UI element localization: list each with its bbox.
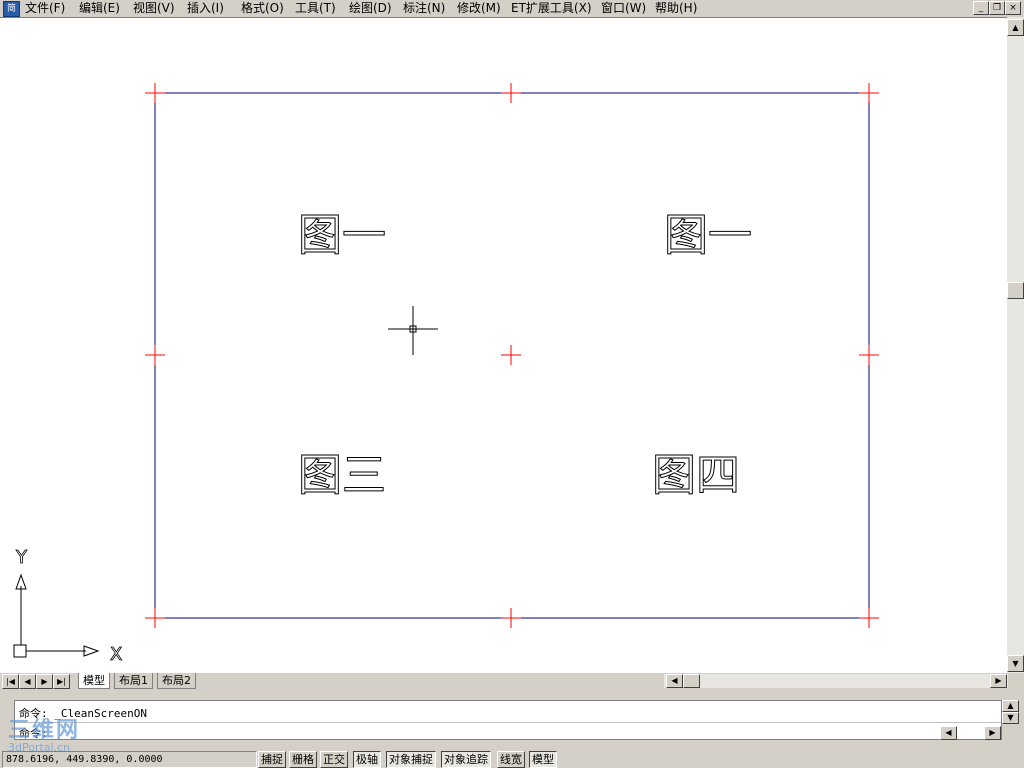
tab-layout2[interactable]: 布局2 xyxy=(157,673,196,689)
toggle-ortho[interactable]: 正交 xyxy=(320,751,348,768)
command-scroll-down-icon[interactable]: ▼ xyxy=(1002,712,1019,724)
menu-window[interactable]: 窗口(W) xyxy=(601,0,646,17)
toggle-osnap[interactable]: 对象捕捉 xyxy=(386,751,436,768)
tab-first-button[interactable]: |◀ xyxy=(2,674,19,689)
ucs-y-label: Y xyxy=(15,547,28,568)
menu-tools[interactable]: 工具(T) xyxy=(295,0,336,17)
app-icon[interactable]: 简 xyxy=(3,1,20,17)
grip-marker-center xyxy=(501,345,521,365)
ucs-icon xyxy=(13,573,100,658)
menu-help[interactable]: 帮助(H) xyxy=(655,0,697,17)
grip-marker-top-left xyxy=(145,83,165,103)
toggle-grid[interactable]: 栅格 xyxy=(289,751,317,768)
watermark-title: 三维网 xyxy=(8,718,81,743)
command-scroll-right-icon[interactable]: ▶ xyxy=(984,726,1001,740)
menu-insert[interactable]: 插入(I) xyxy=(187,0,224,17)
menu-view[interactable]: 视图(V) xyxy=(133,0,175,17)
drawing-svg: 图一 图一 图三 图四 Y X xyxy=(13,83,879,665)
tab-layout1[interactable]: 布局1 xyxy=(114,673,153,689)
scroll-right-icon[interactable]: ▶ xyxy=(990,674,1007,688)
toggle-snap[interactable]: 捕捉 xyxy=(258,751,286,768)
grip-marker-top-right xyxy=(859,83,879,103)
ucs-x-label: X xyxy=(110,644,122,665)
menu-dimension[interactable]: 标注(N) xyxy=(403,0,445,17)
drawing-label-3: 图三 xyxy=(298,450,386,501)
close-button[interactable]: × xyxy=(1005,1,1021,15)
tab-prev-button[interactable]: ◀ xyxy=(19,674,36,689)
status-bar: 878.6196, 449.8390, 0.0000 捕捉 栅格 正交 极轴 对… xyxy=(0,750,1024,768)
grip-marker-mid-right xyxy=(859,345,879,365)
scroll-up-icon[interactable]: ▲ xyxy=(1007,19,1024,36)
layout-tab-bar: |◀ ◀ ▶ ▶| 模型 布局1 布局2 ◀ ▶ xyxy=(0,673,1024,689)
grip-marker-mid-left xyxy=(145,345,165,365)
watermark-url: 3dPortal.cn xyxy=(8,741,71,754)
grip-marker-bottom-mid xyxy=(501,608,521,628)
menu-modify[interactable]: 修改(M) xyxy=(457,0,501,17)
menu-bar: 简 文件(F) 编辑(E) 视图(V) 插入(I) 格式(O) 工具(T) 绘图… xyxy=(0,0,1024,17)
restore-button[interactable]: ❐ xyxy=(989,1,1005,15)
scroll-left-icon[interactable]: ◀ xyxy=(666,674,683,688)
horizontal-scroll-thumb[interactable] xyxy=(683,674,700,688)
vertical-scroll-thumb[interactable] xyxy=(1007,282,1024,299)
drawing-label-2: 图一 xyxy=(664,210,752,261)
horizontal-scrollbar[interactable]: ◀ ▶ xyxy=(664,674,1008,688)
menu-edit[interactable]: 编辑(E) xyxy=(79,0,120,17)
tab-next-button[interactable]: ▶ xyxy=(36,674,53,689)
toggle-lineweight[interactable]: 线宽 xyxy=(497,751,525,768)
crosshair-cursor xyxy=(388,306,438,355)
toggle-polar[interactable]: 极轴 xyxy=(353,751,381,768)
drawing-label-4: 图四 xyxy=(652,450,740,501)
toggle-otrack[interactable]: 对象追踪 xyxy=(441,751,491,768)
drawing-canvas[interactable]: 图一 图一 图三 图四 Y X xyxy=(0,17,1007,674)
menu-express-tools[interactable]: ET扩展工具(X) xyxy=(511,0,592,17)
scroll-down-icon[interactable]: ▼ xyxy=(1007,655,1024,672)
menu-file[interactable]: 文件(F) xyxy=(25,0,65,17)
tab-model[interactable]: 模型 xyxy=(78,673,110,689)
watermark: 三维网 3dPortal.cn xyxy=(8,718,81,754)
drawing-label-1: 图一 xyxy=(298,210,386,261)
command-area: 命令: _CleanScreenON 命令: ▲ ▼ ◀ ▶ xyxy=(0,696,1024,746)
grip-marker-bottom-left xyxy=(145,608,165,628)
command-window[interactable]: 命令: _CleanScreenON 命令: xyxy=(14,700,1002,740)
command-scroll-left-icon[interactable]: ◀ xyxy=(940,726,957,740)
vertical-scrollbar[interactable]: ▲ ▼ xyxy=(1007,17,1024,673)
grip-marker-top-mid xyxy=(501,83,521,103)
command-divider xyxy=(15,722,1001,723)
toggle-model[interactable]: 模型 xyxy=(529,751,557,768)
command-scroll-up-icon[interactable]: ▲ xyxy=(1002,700,1019,712)
tab-last-button[interactable]: ▶| xyxy=(53,674,70,689)
menu-format[interactable]: 格式(O) xyxy=(241,0,284,17)
grip-markers xyxy=(145,83,879,628)
minimize-button[interactable]: _ xyxy=(973,1,989,15)
menu-draw[interactable]: 绘图(D) xyxy=(349,0,392,17)
grip-marker-bottom-right xyxy=(859,608,879,628)
